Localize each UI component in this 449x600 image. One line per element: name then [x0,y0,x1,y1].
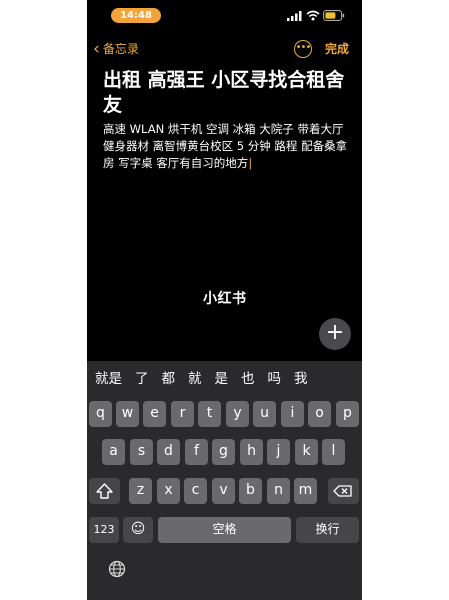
phone-screen: 14:48 ‹ 备忘录 ••• 完成 出租 高强王 小区寻找合租舍友 高速 WL… [87,0,362,600]
shift-icon [96,483,113,499]
signal-icon [287,11,302,21]
key-p[interactable]: p [336,401,359,427]
note-body-text: 高速 WLAN 烘干机 空调 冰箱 大院子 带着大厅 健身器材 离智博黄台校区 … [103,122,348,170]
key-c[interactable]: c [184,478,207,504]
emoji-icon: ☺ [130,521,146,537]
xiaohongshu-watermark: 小红书 [203,291,247,307]
return-key[interactable]: 换行 [296,517,359,543]
key-r[interactable]: r [171,401,194,427]
more-options-button[interactable]: ••• [294,40,312,58]
candidate-word[interactable]: 就是 [95,361,122,397]
keyboard: 就是 了 都 就 是 也 吗 我 q w e r t y u i o p a s… [87,361,362,600]
globe-icon[interactable] [108,560,126,578]
key-n[interactable]: n [267,478,290,504]
candidate-word[interactable]: 也 [241,361,255,397]
back-button[interactable]: ‹ 备忘录 [93,38,139,60]
key-h[interactable]: h [240,439,263,465]
key-v[interactable]: v [212,478,235,504]
done-button[interactable]: 完成 [325,38,349,60]
note-title[interactable]: 出租 高强王 小区寻找合租舍友 [103,68,353,118]
candidate-word[interactable]: 是 [215,361,229,397]
key-g[interactable]: g [212,439,235,465]
candidate-word[interactable]: 我 [294,361,308,397]
key-row-3: z x c v b n m [87,478,362,504]
key-s[interactable]: s [130,439,153,465]
key-b[interactable]: b [239,478,262,504]
key-t[interactable]: t [198,401,221,427]
key-e[interactable]: e [143,401,166,427]
key-x[interactable]: x [157,478,180,504]
battery-icon [323,10,345,21]
shift-key[interactable] [89,478,120,504]
key-i[interactable]: i [281,401,304,427]
delete-key[interactable] [328,478,359,504]
key-y[interactable]: y [226,401,249,427]
back-label: 备忘录 [102,42,139,56]
text-cursor: | [248,156,253,170]
key-k[interactable]: k [295,439,318,465]
delete-icon [333,485,352,497]
key-q[interactable]: q [89,401,112,427]
numbers-key[interactable]: 123 [89,517,119,543]
key-o[interactable]: o [308,401,331,427]
candidate-word[interactable]: 就 [188,361,202,397]
chevron-left-icon: ‹ [93,39,100,59]
key-d[interactable]: d [157,439,180,465]
add-button[interactable]: + [319,318,351,350]
candidate-word[interactable]: 了 [135,361,149,397]
wifi-icon [306,10,320,21]
candidate-word[interactable]: 吗 [268,361,282,397]
key-m[interactable]: m [294,478,317,504]
space-key[interactable]: 空格 [158,517,291,543]
emoji-key[interactable]: ☺ [123,517,153,543]
status-time: 14:48 [111,8,161,23]
key-w[interactable]: w [116,401,139,427]
key-j[interactable]: j [267,439,290,465]
key-z[interactable]: z [129,478,152,504]
key-u[interactable]: u [253,401,276,427]
key-a[interactable]: a [102,439,125,465]
candidate-bar: 就是 了 都 就 是 也 吗 我 [87,361,362,397]
key-row-4: 123 ☺ 空格 换行 [87,517,362,543]
note-body[interactable]: 高速 WLAN 烘干机 空调 冰箱 大院子 带着大厅 健身器材 离智博黄台校区 … [103,121,355,172]
key-row-1: q w e r t y u i o p [87,401,362,427]
status-bar: 14:48 [87,0,362,30]
key-l[interactable]: l [322,439,345,465]
candidate-word[interactable]: 都 [162,361,176,397]
key-f[interactable]: f [185,439,208,465]
key-row-2: a s d f g h j k l [87,439,362,465]
